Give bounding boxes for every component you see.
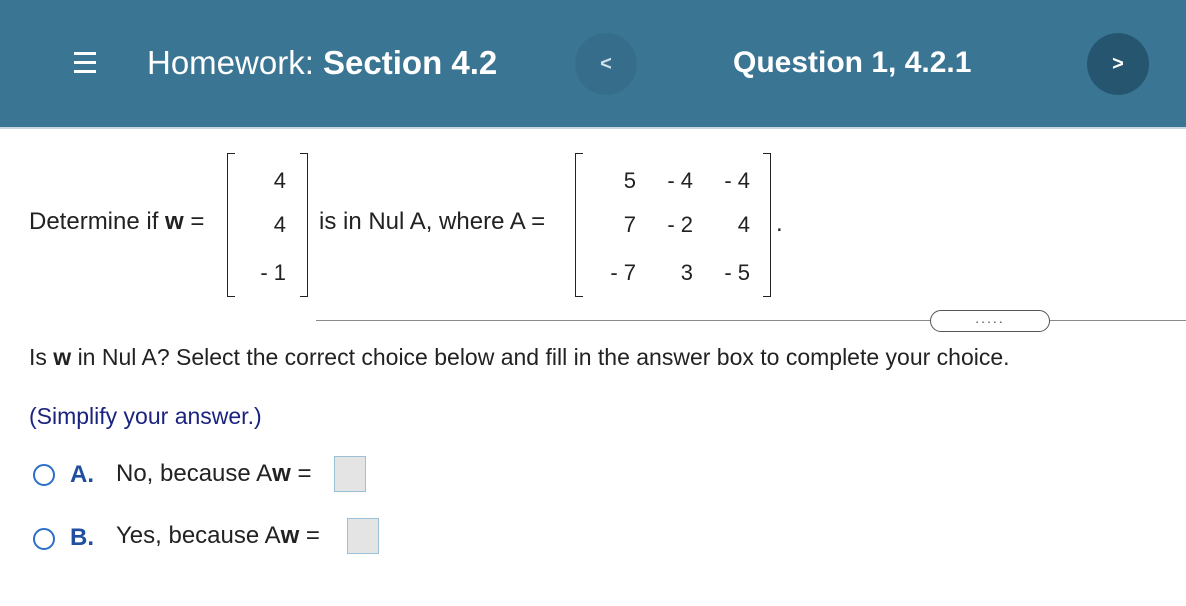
next-question-button[interactable]: >: [1087, 33, 1149, 95]
a-left-bracket: [575, 153, 583, 297]
question-prompt: Is w in Nul A? Select the correct choice…: [29, 344, 1010, 371]
top-bar: Homework: Section 4.2 < Question 1, 4.2.…: [0, 0, 1186, 129]
problem-lead-text: Determine if w =: [29, 208, 204, 236]
option-b-label: Yes, because A: [116, 522, 281, 549]
option-b-answer-box[interactable]: [347, 518, 379, 554]
option-b-w: w: [280, 522, 300, 549]
prompt-w: w: [53, 344, 72, 370]
w-entry: - 1: [260, 260, 286, 285]
w-entry: 4: [273, 168, 286, 193]
option-a-text: No, because Aw =: [116, 460, 311, 488]
end-period: .: [776, 210, 783, 237]
previous-question-button[interactable]: <: [575, 33, 637, 95]
prompt-post: in Nul A? Select the correct choice belo…: [77, 344, 1010, 370]
section-divider: [316, 320, 1186, 321]
homework-title: Homework: Section 4.2: [147, 44, 497, 82]
mid-text: is in Nul A, where A: [319, 208, 525, 235]
option-a-label: No, because A: [116, 460, 273, 487]
a-entry: - 4: [724, 168, 750, 193]
equals-sign: =: [531, 208, 546, 235]
w-right-bracket: [300, 153, 308, 297]
option-b-letter: B.: [70, 524, 94, 551]
a-right-bracket: [763, 153, 771, 297]
option-a-w: w: [272, 460, 291, 487]
hamburger-menu-icon[interactable]: [74, 52, 96, 74]
more-button[interactable]: .....: [930, 310, 1050, 332]
question-label: Question 1, 4.2.1: [733, 46, 972, 79]
simplify-hint: (Simplify your answer.): [29, 403, 262, 429]
homework-section-name: Section 4.2: [323, 44, 498, 81]
a-entry: - 7: [610, 260, 636, 285]
equals-sign: =: [190, 208, 205, 235]
chevron-left-icon: <: [600, 52, 612, 75]
w-left-bracket: [227, 153, 235, 297]
homework-title-prefix: Homework:: [147, 44, 314, 81]
option-a-letter: A.: [70, 461, 94, 488]
option-b-text: Yes, because Aw =: [116, 522, 320, 550]
a-entry: - 5: [724, 260, 750, 285]
a-entry: - 2: [667, 212, 693, 237]
a-entry: 7: [623, 212, 636, 237]
w-entry: 4: [273, 212, 286, 237]
option-a-answer-box[interactable]: [334, 456, 366, 492]
a-entry: - 4: [667, 168, 693, 193]
chevron-right-icon: >: [1112, 52, 1124, 75]
a-entry: 4: [737, 212, 750, 237]
option-a-eq: =: [297, 460, 312, 487]
lead-text: Determine if: [29, 208, 159, 235]
option-b-eq: =: [305, 522, 320, 549]
a-entry: 5: [623, 168, 636, 193]
a-entry: 3: [680, 260, 693, 285]
option-a-radio[interactable]: [33, 464, 55, 486]
w-symbol: w: [165, 208, 184, 235]
problem-mid-text: is in Nul A, where A =: [319, 208, 545, 236]
prompt-pre: Is: [29, 344, 47, 370]
option-b-radio[interactable]: [33, 528, 55, 550]
